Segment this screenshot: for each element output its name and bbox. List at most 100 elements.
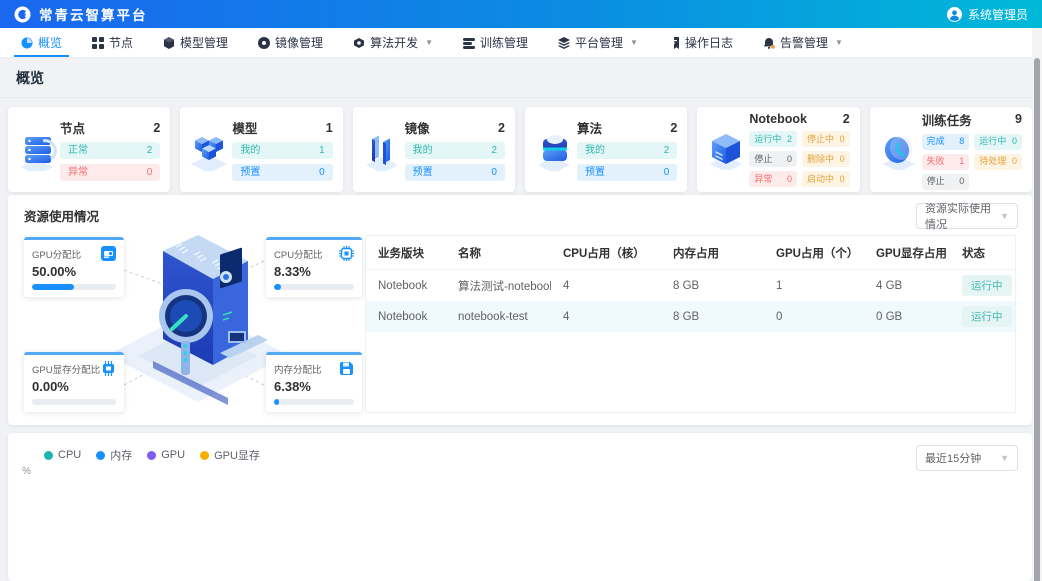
legend-dot	[44, 451, 53, 460]
page-title: 概览	[16, 68, 1026, 88]
status-badge: 我的1	[232, 142, 332, 159]
image-disc-icon	[258, 37, 270, 49]
stat-card-title: 模型	[232, 118, 257, 137]
stats-row: 节点 2 正常2 异常0 模型 1 我的1 预置0	[0, 98, 1042, 192]
resource-usage-selector[interactable]: 资源实际使用情况 ▼	[916, 203, 1018, 229]
status-badge: 删除中0	[802, 151, 850, 167]
status-badge: 运行中	[962, 275, 1012, 296]
gauge-gpu-memory-allocation: GPU显存分配比 0.00%	[24, 352, 124, 412]
legend-dot	[147, 451, 156, 460]
nav-item-overview[interactable]: 概览	[6, 28, 77, 57]
nav-item-image-management[interactable]: 镜像管理	[243, 28, 338, 57]
col-status: 状态	[950, 236, 1015, 270]
resource-illustration-zone: GPU分配比 50.00% CPU分配比 8.33% GPU显存分配比	[8, 195, 368, 425]
nav-item-platform-management[interactable]: 平台管理 ▼	[543, 28, 653, 57]
stat-card-training-tasks[interactable]: 训练任务 9 完成8 运行中0 失败1 待处理0 停止0	[870, 107, 1032, 192]
stat-card-count: 2	[843, 112, 850, 126]
progress-track	[32, 399, 116, 405]
table-row[interactable]: Notebook 算法测试-notebook 4 8 GB 1 4 GB 运行中	[366, 270, 1015, 302]
status-badge: 预置0	[577, 164, 677, 181]
stat-card-notebook[interactable]: Notebook 2 运行中2 停止中0 停止0 删除中0 异常0 启动中0	[697, 107, 859, 192]
legend-item-memory[interactable]: 内存	[96, 447, 132, 463]
nav-item-training-management[interactable]: 训练管理	[448, 28, 543, 57]
legend-dot	[200, 451, 209, 460]
chevron-down-icon: ▼	[630, 38, 638, 47]
cube-icon	[163, 37, 175, 49]
status-badge: 启动中0	[802, 171, 850, 187]
user-name: 系统管理员	[968, 6, 1028, 23]
table-header-row: 业务版块 名称 CPU占用（核） 内存占用 GPU占用（个） GPU显存占用 状…	[366, 236, 1015, 270]
col-business-module: 业务版块	[366, 236, 446, 270]
stat-card-models[interactable]: 模型 1 我的1 预置0	[180, 107, 342, 192]
node-grid-icon	[92, 37, 104, 49]
server-stack-icon	[14, 129, 60, 171]
status-badge: 运行中	[962, 306, 1012, 327]
chart-legend: CPU 内存 GPU GPU显存	[44, 447, 260, 463]
notebook-cube-icon	[703, 130, 749, 170]
user-menu[interactable]: 系统管理员	[947, 6, 1028, 23]
time-range-selector[interactable]: 最近15分钟 ▼	[916, 445, 1018, 471]
progress-track	[274, 399, 354, 405]
overview-icon	[21, 37, 33, 49]
cpu-chip-icon	[339, 246, 354, 261]
app-title: 常青云智算平台	[39, 4, 148, 24]
clock-icon	[876, 130, 922, 170]
status-badge: 异常0	[60, 164, 160, 181]
stat-card-title: 节点	[60, 118, 85, 137]
table-row[interactable]: Notebook notebook-test 4 8 GB 0 0 GB 运行中	[366, 301, 1015, 332]
gauge-label: 内存分配比	[274, 362, 322, 376]
progress-track	[274, 284, 354, 290]
gauge-memory-allocation: 内存分配比 6.38%	[266, 352, 362, 412]
vram-chip-icon	[101, 361, 116, 376]
algorithm-icon	[353, 37, 365, 49]
alarm-bell-icon	[763, 37, 775, 49]
training-icon	[463, 37, 475, 49]
stat-card-images[interactable]: 镜像 2 我的2 预置0	[353, 107, 515, 192]
scrollbar-thumb[interactable]	[1034, 58, 1040, 581]
chevron-down-icon: ▼	[1000, 453, 1009, 463]
algorithm-db-icon	[531, 129, 577, 171]
status-badge: 停止中0	[802, 131, 850, 147]
gpu-card-icon	[101, 246, 116, 261]
nav-item-operation-logs[interactable]: 操作日志	[653, 28, 748, 57]
nav-item-model-management[interactable]: 模型管理	[148, 28, 243, 57]
stat-card-algorithms[interactable]: 算法 2 我的2 预置0	[525, 107, 687, 192]
layers-icon	[558, 37, 570, 49]
image-panels-icon	[359, 129, 405, 171]
status-badge: 运行中0	[974, 134, 1022, 150]
nav-item-nodes[interactable]: 节点	[77, 28, 148, 57]
stat-card-count: 2	[498, 121, 505, 135]
gauge-value: 50.00%	[32, 264, 116, 279]
scrollbar-track	[1032, 28, 1042, 581]
progress-fill	[274, 399, 279, 405]
stat-card-title: 训练任务	[922, 110, 972, 129]
legend-item-cpu[interactable]: CPU	[44, 447, 81, 463]
resource-usage-panel: 资源使用情况 资源实际使用情况 ▼	[8, 195, 1032, 425]
chevron-down-icon: ▼	[425, 38, 433, 47]
status-badge: 我的2	[577, 142, 677, 159]
page-title-bar: 概览	[0, 58, 1042, 98]
gauge-cpu-allocation: CPU分配比 8.33%	[266, 237, 362, 297]
status-badge: 停止0	[922, 174, 970, 190]
app-header: 常青云智算平台 系统管理员	[0, 0, 1042, 28]
progress-fill	[32, 284, 74, 290]
nav-item-alert-management[interactable]: 告警管理 ▼	[748, 28, 858, 57]
server-illustration	[108, 213, 288, 413]
chevron-down-icon: ▼	[835, 38, 843, 47]
col-memory-usage: 内存占用	[661, 236, 764, 270]
stat-card-nodes[interactable]: 节点 2 正常2 异常0	[8, 107, 170, 192]
nav-item-algorithm-dev[interactable]: 算法开发 ▼	[338, 28, 448, 57]
status-badge: 正常2	[60, 142, 160, 159]
col-gpu-usage: GPU占用（个）	[764, 236, 864, 270]
gauge-value: 6.38%	[274, 379, 354, 394]
gauge-value: 0.00%	[32, 379, 116, 394]
model-cubes-icon	[186, 129, 232, 171]
legend-item-gpu[interactable]: GPU	[147, 447, 185, 463]
legend-item-vram[interactable]: GPU显存	[200, 447, 260, 463]
status-badge: 我的2	[405, 142, 505, 159]
status-badge: 异常0	[749, 171, 797, 187]
memory-disk-icon	[339, 361, 354, 376]
status-badge: 停止0	[749, 151, 797, 167]
gauge-label: CPU分配比	[274, 247, 323, 261]
stat-card-count: 2	[153, 121, 160, 135]
